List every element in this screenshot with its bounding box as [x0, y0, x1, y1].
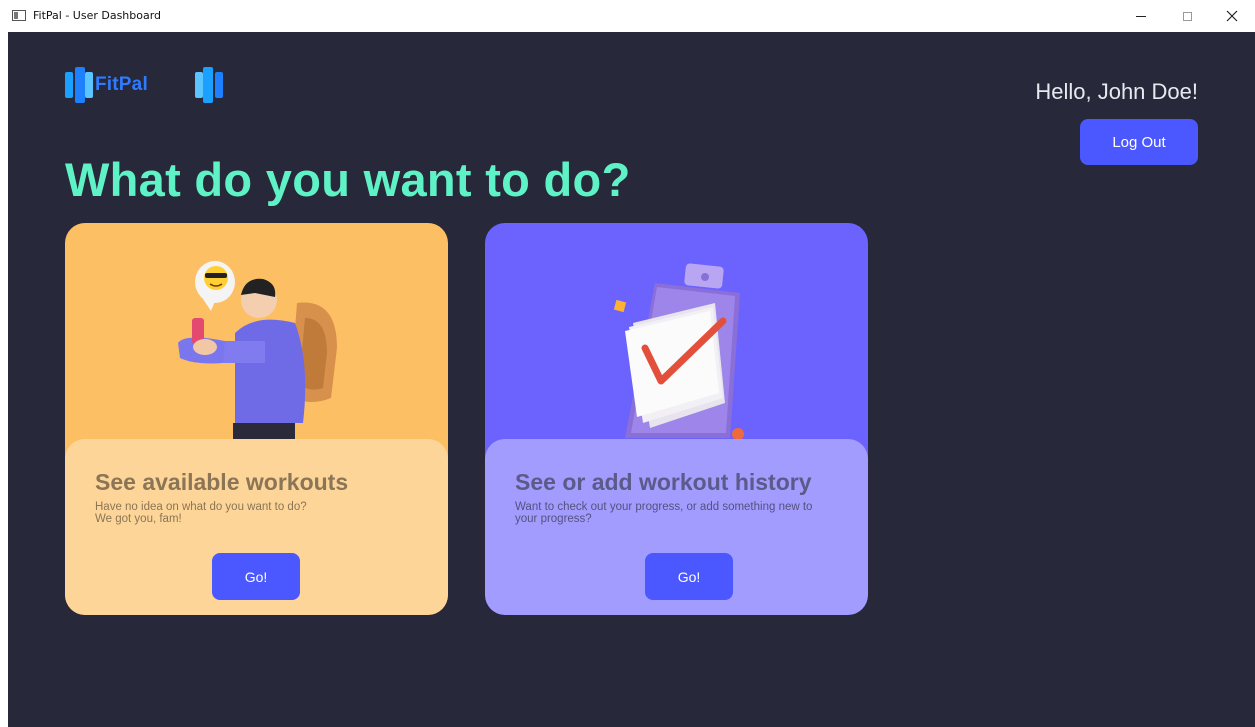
available-workouts-panel: See available workouts Have no idea on w… [65, 439, 448, 615]
maximize-button[interactable] [1164, 0, 1210, 32]
logo-bar-icon [195, 72, 203, 98]
logo-bar-icon [75, 67, 85, 103]
window-title: FitPal - User Dashboard [33, 9, 162, 22]
app-window-icon [12, 10, 26, 21]
person-with-phone-illustration [178, 261, 337, 439]
card-description: Want to check out your progress, or add … [515, 501, 813, 525]
user-greeting: Hello, John Doe! [1035, 79, 1198, 104]
minimize-icon [1136, 15, 1146, 17]
logo-bar-icon [65, 72, 73, 98]
logout-button[interactable]: Log Out [1080, 119, 1198, 165]
logo-bar-icon [215, 72, 223, 98]
card-title: See available workouts [95, 469, 349, 495]
logo-bar-icon [85, 72, 93, 98]
go-history-button[interactable]: Go! [645, 553, 733, 600]
fitpal-logo: FitPal [65, 63, 225, 105]
maximize-icon [1182, 11, 1192, 21]
available-workouts-card: See available workouts Have no idea on w… [65, 223, 448, 615]
brand-name: FitPal [95, 74, 148, 95]
go-workouts-button[interactable]: Go! [212, 553, 300, 600]
card-description: Have no idea on what do you want to do? … [95, 501, 307, 525]
clipboard-checkmark-illustration [613, 263, 744, 439]
logo-bar-icon [203, 67, 213, 103]
close-button[interactable] [1209, 0, 1255, 32]
page-headline: What do you want to do? [65, 153, 631, 206]
minimize-button[interactable] [1118, 0, 1164, 32]
card-title: See or add workout history [515, 469, 812, 495]
window-titlebar: FitPal - User Dashboard [0, 0, 1255, 32]
close-icon [1226, 10, 1238, 22]
workout-history-panel: See or add workout history Want to check… [485, 439, 868, 615]
workout-history-card: See or add workout history Want to check… [485, 223, 868, 615]
dashboard-window: FitPal Hello, John Doe! Log Out What do … [8, 32, 1255, 727]
